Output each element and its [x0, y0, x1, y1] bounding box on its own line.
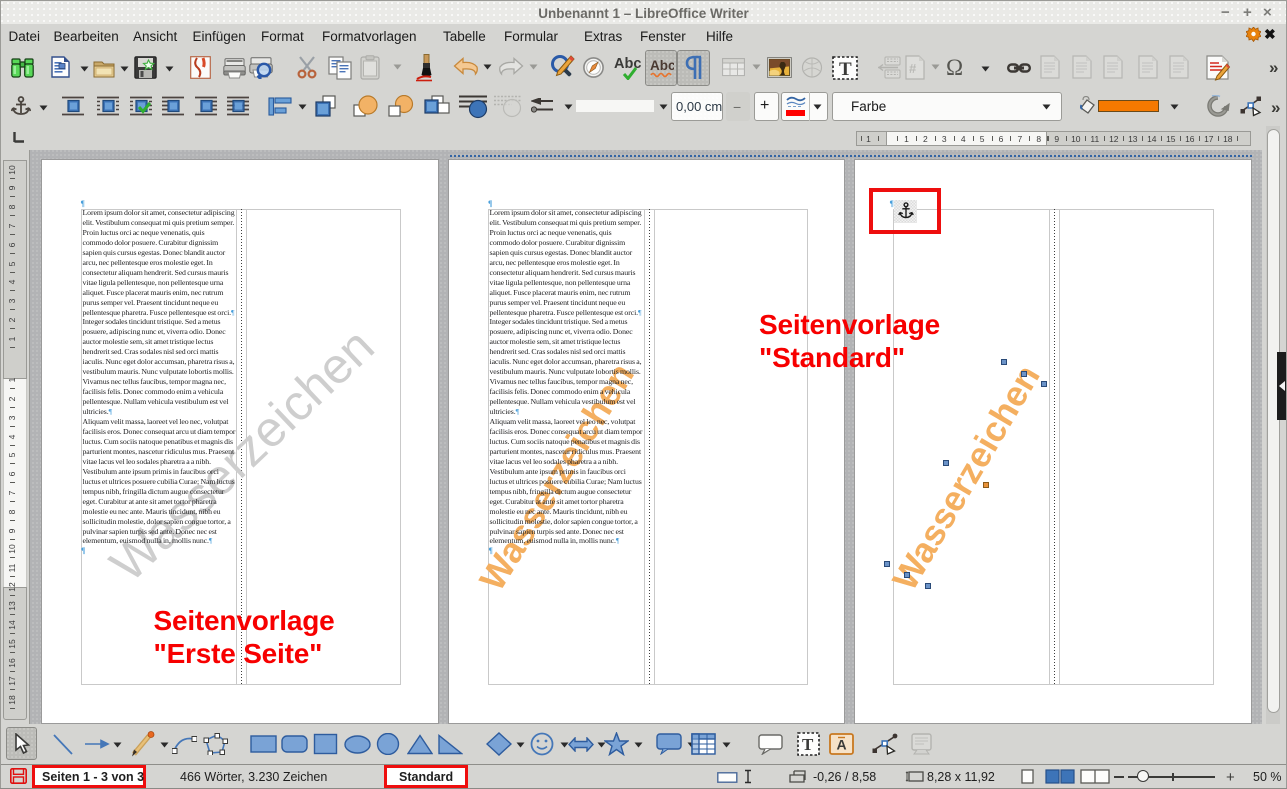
svg-text:T: T — [802, 735, 814, 754]
svg-text:Ω: Ω — [946, 56, 963, 78]
svg-text:A: A — [837, 737, 847, 753]
svg-text:Abc: Abc — [650, 58, 674, 73]
svg-text:#: # — [909, 61, 917, 76]
svg-text:Abc: Abc — [614, 56, 641, 72]
svg-text:T: T — [839, 59, 852, 80]
